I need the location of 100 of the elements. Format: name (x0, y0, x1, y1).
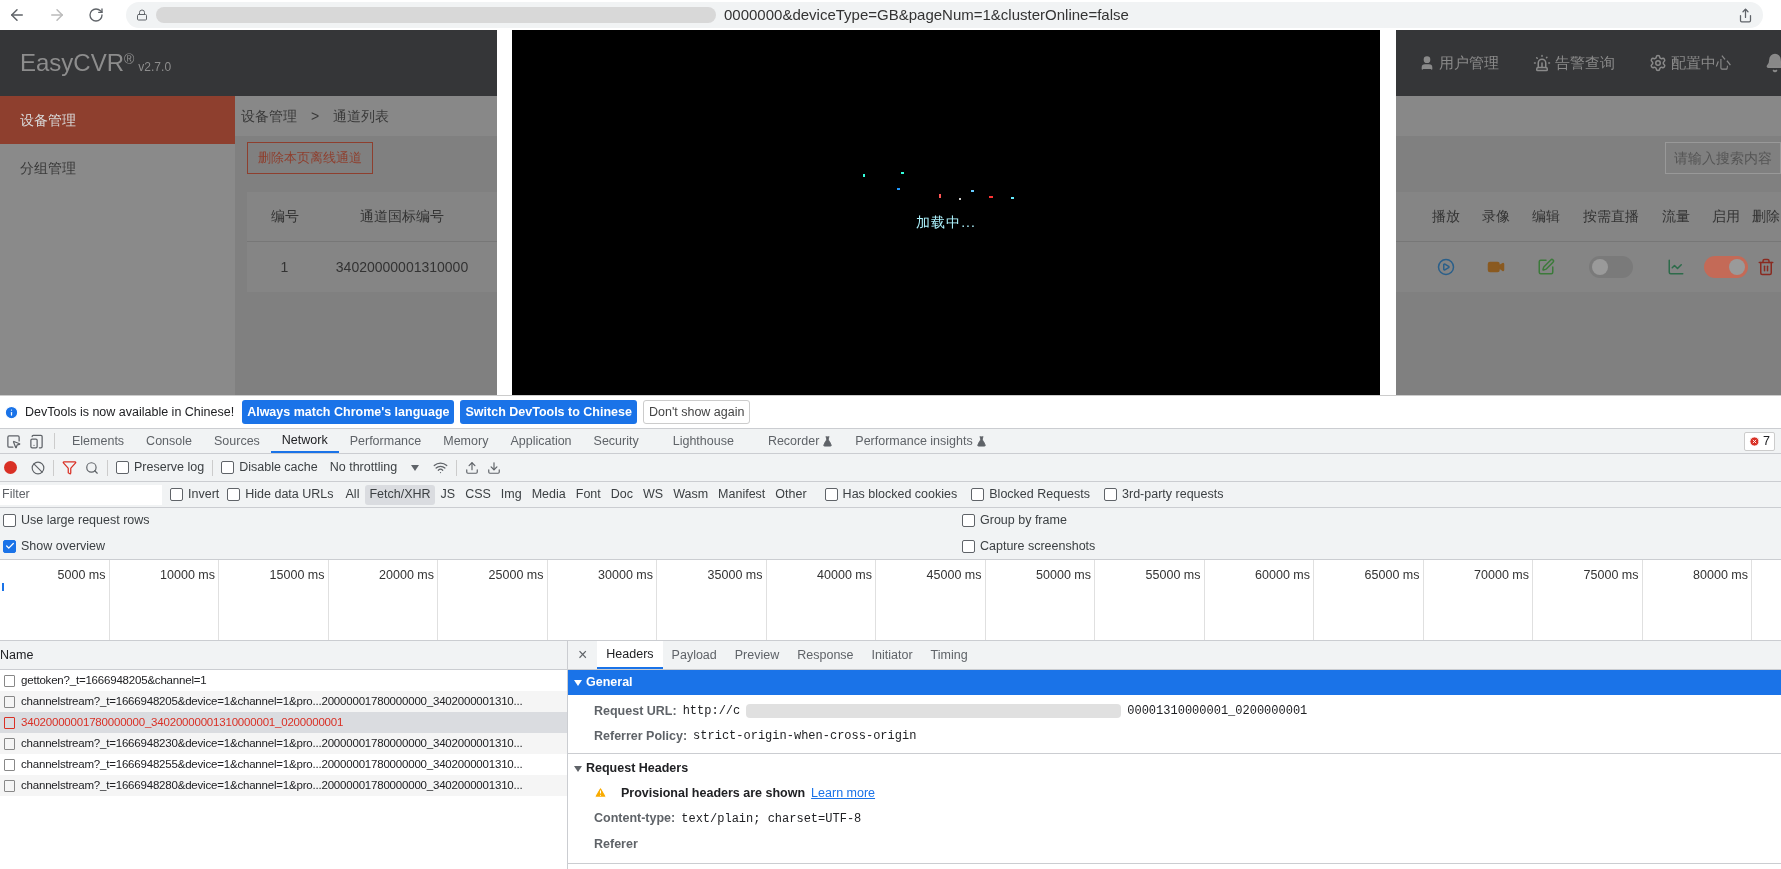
timeline-tick-label: 50000 ms (1036, 567, 1091, 582)
export-icon[interactable] (487, 460, 502, 475)
checkbox-label: Show overview (21, 537, 106, 555)
checkbox-label: Group by frame (980, 512, 1067, 530)
nav-item[interactable]: 配置中心 (1649, 51, 1731, 75)
resource-type-filter[interactable]: Fetch/XHR (365, 484, 435, 505)
resource-type-filter[interactable]: CSS (461, 484, 495, 505)
devtools-tab[interactable]: Memory (432, 429, 500, 453)
devtools-tab[interactable]: Performance (338, 429, 433, 453)
devtools-tab[interactable]: Sources (203, 429, 271, 453)
header-label: Content-type: (594, 810, 676, 828)
inspect-icon[interactable] (6, 433, 21, 449)
resource-type-filter[interactable]: Img (496, 484, 526, 505)
record-icon[interactable] (4, 461, 17, 474)
device-toolbar-icon[interactable] (29, 433, 44, 449)
infobar-button[interactable]: Switch DevTools to Chinese (460, 400, 637, 424)
column-header[interactable]: Name (0, 645, 34, 665)
request-name: channelstream?_t=1666948205&device=1&channel=1&pro...20000001780000000_3402000001310... (21, 693, 523, 709)
detail-tab[interactable]: Timing (921, 641, 977, 669)
file-icon (4, 737, 15, 750)
resource-type-filter[interactable]: Other (771, 484, 811, 505)
throttling-dropdown[interactable]: No throttling (329, 458, 420, 477)
detail-tab[interactable]: Preview (725, 641, 789, 669)
checkbox[interactable] (824, 488, 838, 501)
resource-type-filter[interactable]: WS (639, 484, 668, 505)
detail-tab[interactable]: Payload (662, 641, 726, 669)
devtools-tab[interactable]: Performance insights (844, 429, 998, 453)
request-name: channelstream?_t=1666948280&device=1&channel=1&pro...20000001780000000_3402000001310... (21, 777, 523, 793)
devtools-tab[interactable]: Security (582, 429, 650, 453)
address-bar[interactable]: 0000000&deviceType=GB&pageNum=1&clusterOnline=false (126, 2, 1763, 28)
filter-icon[interactable] (62, 460, 77, 475)
detail-tab[interactable]: Response (788, 641, 863, 669)
request-row[interactable]: channelstream?_t=1666948205&device=1&channel=1&pro...20000001780000000_3402000001310... (0, 691, 567, 712)
nav-item[interactable] (1765, 53, 1781, 73)
warning-text: Provisional headers are shown (621, 784, 806, 802)
resource-type-filter[interactable]: Font (571, 484, 605, 505)
nav-item[interactable]: 告警查询 (1533, 51, 1615, 75)
checkbox[interactable] (116, 461, 129, 474)
header-label: Request URL: (594, 703, 677, 720)
resource-type-filter[interactable]: Wasm (669, 484, 713, 505)
checkbox[interactable] (971, 488, 985, 501)
import-icon[interactable] (465, 460, 480, 475)
checkbox[interactable] (227, 488, 241, 501)
sidebar-item[interactable]: 分组管理 (0, 144, 235, 192)
header-label: Referrer Policy: (594, 727, 688, 745)
checkbox[interactable] (962, 539, 975, 553)
timeline-tick-label: 25000 ms (488, 567, 544, 582)
share-icon[interactable] (1738, 7, 1753, 23)
clear-icon[interactable] (31, 460, 45, 475)
checkbox-label: Has blocked cookies (842, 486, 958, 504)
network-conditions-icon[interactable] (433, 460, 449, 475)
resource-type-filter[interactable]: All (341, 484, 364, 505)
user-icon (1419, 55, 1435, 71)
toggle-switch[interactable] (1589, 256, 1633, 278)
section-header[interactable]: General (568, 670, 1781, 695)
search-icon[interactable] (85, 460, 99, 475)
back-icon[interactable] (8, 6, 26, 24)
checkbox[interactable] (3, 539, 16, 553)
reload-icon[interactable] (88, 7, 104, 23)
detail-tab[interactable]: Headers (597, 641, 663, 669)
dismiss-button[interactable]: Don't show again (642, 400, 751, 424)
section-header[interactable]: Request Headers (568, 755, 1781, 782)
breadcrumb-item[interactable]: 设备管理 (241, 105, 297, 127)
nav-item[interactable]: 用户管理 (1419, 51, 1499, 75)
overview-timeline[interactable]: 5000 ms 10000 ms 15000 ms 20000 ms 25000 ms 30000 ms 35000 ms 40000 ms 45000 ms 50000 ms 55000 ms 60000 ms 65000 ms 70000 ms 75000 ms 80000 ms (0, 560, 1781, 641)
timeline-tick-label: 80000 ms (1693, 567, 1748, 582)
checkbox[interactable] (962, 514, 975, 528)
resource-type-filter[interactable]: Media (527, 484, 570, 505)
sidebar-item[interactable]: 设备管理 (0, 96, 235, 144)
devtools-tab[interactable]: Console (135, 429, 203, 453)
checkbox[interactable] (221, 461, 235, 474)
request-row[interactable]: channelstream?_t=1666948230&device=1&channel=1&pro...20000001780000000_3402000001310... (0, 733, 567, 754)
toggle-switch[interactable] (1704, 256, 1748, 278)
learn-more-link[interactable]: Learn more (811, 783, 876, 803)
checkbox[interactable] (170, 488, 183, 501)
devtools-tab[interactable]: Lighthouse (661, 429, 745, 453)
request-row[interactable]: channelstream?_t=1666948280&device=1&channel=1&pro...20000001780000000_3402000001310... (0, 775, 567, 796)
breadcrumb-separator: > (311, 106, 320, 126)
resource-type-filter[interactable]: JS (436, 484, 460, 505)
settings-icon (1649, 54, 1667, 72)
devtools-tab[interactable]: Recorder (756, 429, 845, 453)
column-header: 流量 (1661, 207, 1691, 226)
column-header: 录像 (1481, 207, 1511, 226)
checkbox-label: 3rd-party requests (1122, 486, 1224, 504)
error-count-badge[interactable]: 7 (1744, 431, 1775, 451)
filter-field[interactable]: Filter (0, 484, 162, 505)
checkbox[interactable] (1104, 488, 1118, 501)
devtools-tab[interactable]: Elements (61, 429, 136, 453)
checkbox[interactable] (3, 514, 16, 528)
resource-type-filter[interactable]: Doc (606, 484, 637, 505)
infobar-button[interactable]: Always match Chrome's language (242, 400, 455, 424)
column-header: 播放 (1431, 207, 1461, 226)
checkbox-label: Preserve log (134, 459, 205, 477)
devtools-tab[interactable]: Application (499, 429, 583, 453)
request-row[interactable]: 34020000001780000000_34020000001310000001_0200000001 (0, 712, 567, 733)
resource-type-filter[interactable]: Manifest (714, 484, 770, 505)
header-value: 00001310000001_0200000001 (1127, 703, 1308, 721)
timeline-tick-label: 75000 ms (1583, 567, 1639, 582)
detail-tab[interactable]: Initiator (862, 641, 922, 669)
close-button[interactable]: × (568, 643, 598, 667)
